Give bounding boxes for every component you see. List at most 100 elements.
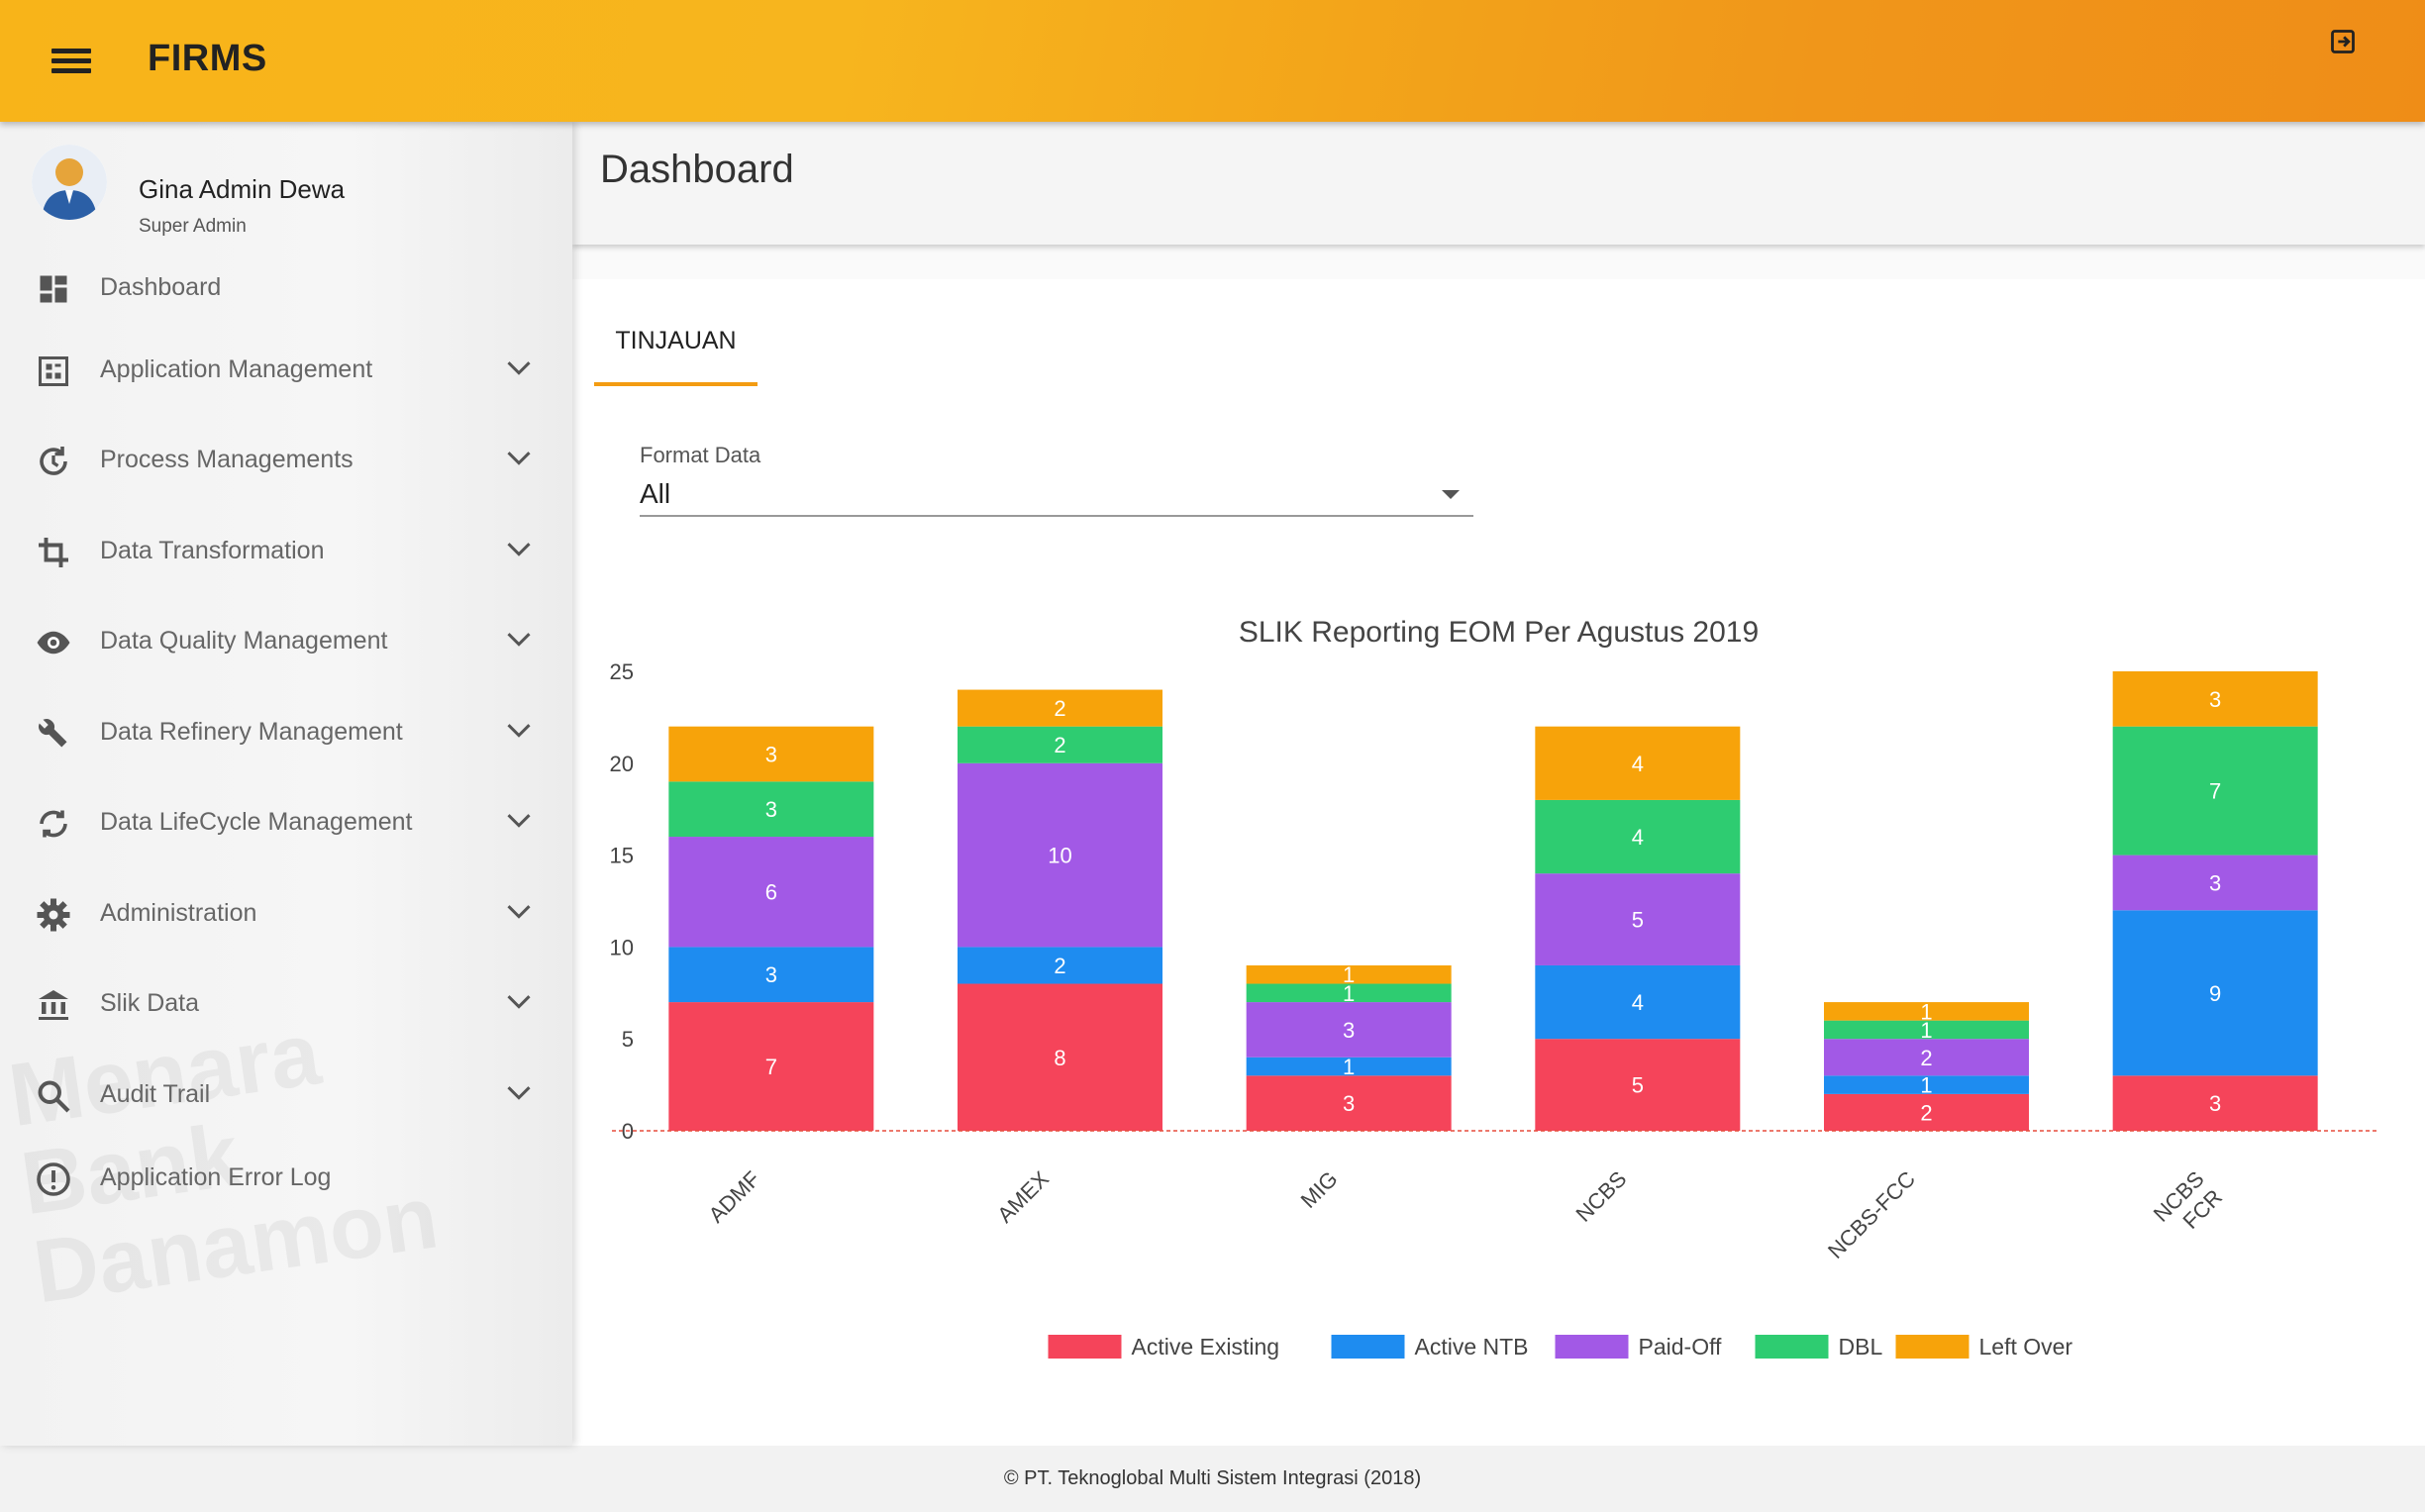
avatar (32, 145, 107, 220)
sidebar-item-data-quality-management[interactable]: Data Quality Management (0, 607, 572, 676)
logout-icon[interactable] (2328, 28, 2358, 55)
sidebar-item-label: Slik Data (100, 989, 200, 1017)
y-tick-label: 15 (610, 844, 634, 868)
legend-label: Active NTB (1415, 1334, 1529, 1360)
bar-data-label: 4 (1632, 752, 1644, 776)
legend-label: Active Existing (1132, 1334, 1280, 1360)
sidebar-item-label: Data Quality Management (100, 627, 388, 655)
gear-icon (37, 898, 70, 932)
sidebar-item-label: Data LifeCycle Management (100, 808, 413, 836)
legend-label: Paid-Off (1639, 1334, 1723, 1360)
sidebar-item-label: Administration (100, 899, 257, 927)
bar-data-label: 3 (765, 962, 777, 987)
bar-data-label: 1 (1343, 962, 1355, 987)
page-title: Dashboard (600, 148, 794, 191)
eye-icon (37, 631, 70, 655)
main-card: TINJAUAN Format Data All SLIK Reporting … (572, 279, 2425, 1446)
bar-data-label: 3 (2209, 1091, 2221, 1116)
bar-data-label: 8 (1054, 1046, 1065, 1070)
x-tick-label: ADMF (704, 1166, 765, 1228)
bar-data-label: 2 (1920, 1046, 1932, 1070)
sidebar-item-dashboard[interactable]: Dashboard (0, 253, 572, 323)
bar-data-label: 2 (1054, 954, 1065, 978)
bar-data-label: 10 (1048, 844, 1071, 868)
bar-data-label: 1 (1343, 1055, 1355, 1079)
user-role: Super Admin (139, 216, 247, 237)
y-tick-label: 20 (610, 752, 634, 776)
x-tick-label: NCBS (1570, 1166, 1631, 1227)
bar-data-label: 9 (2209, 981, 2221, 1006)
sidebar-item-audit-trail[interactable]: Audit Trail (0, 1060, 572, 1130)
y-tick-label: 10 (610, 935, 634, 959)
search-icon (38, 1080, 70, 1113)
bar-data-label: 5 (1632, 908, 1644, 933)
chevron-down-icon (507, 543, 531, 556)
sidebar-item-data-refinery-management[interactable]: Data Refinery Management (0, 698, 572, 767)
bar-data-label: 3 (765, 797, 777, 822)
alert-circle-icon (37, 1162, 70, 1196)
bar-data-label: 1 (1920, 1073, 1932, 1098)
bar-data-label: 3 (2209, 870, 2221, 895)
refresh-clock-icon (40, 447, 67, 475)
bar-data-label: 1 (1920, 999, 1932, 1024)
hamburger-menu-icon[interactable] (51, 44, 91, 79)
dashboard-icon (40, 275, 67, 303)
bar-data-label: 7 (765, 1055, 777, 1079)
legend-swatch (1555, 1335, 1629, 1359)
bar-data-label: 2 (1054, 733, 1065, 757)
chevron-down-icon (507, 995, 531, 1009)
bar-data-label: 6 (765, 880, 777, 905)
sidebar-item-label: Process Managements (100, 446, 354, 473)
bar-data-label: 2 (1054, 696, 1065, 721)
x-tick-label: NCBS-FCC (1823, 1166, 1920, 1263)
bar-data-label: 4 (1632, 990, 1644, 1015)
y-tick-label: 5 (622, 1027, 634, 1052)
page-header: Dashboard (572, 122, 2425, 245)
bar-data-label: 5 (1632, 1073, 1644, 1098)
sidebar-item-application-management[interactable]: Application Management (0, 336, 572, 405)
chevron-down-icon (507, 452, 531, 465)
chevron-down-icon (507, 633, 531, 647)
sidebar-item-administration[interactable]: Administration (0, 879, 572, 949)
chevron-down-icon (507, 814, 531, 828)
user-avatar-icon (32, 145, 107, 220)
sidebar-item-process-managements[interactable]: Process Managements (0, 426, 572, 495)
legend-label: DBL (1839, 1334, 1883, 1360)
bar-data-label: 3 (1343, 1091, 1355, 1116)
chevron-down-icon (507, 905, 531, 919)
sidebar-item-data-lifecycle-management[interactable]: Data LifeCycle Management (0, 788, 572, 857)
app-grid-icon (39, 356, 68, 386)
footer: © PT. Teknoglobal Multi Sistem Integrasi… (0, 1446, 2425, 1512)
bar-data-label: 2 (1920, 1100, 1932, 1125)
legend-swatch (1048, 1335, 1122, 1359)
y-tick-label: 25 (610, 659, 634, 684)
sidebar-item-label: Application Management (100, 355, 373, 383)
legend-swatch (1755, 1335, 1829, 1359)
bar-data-label: 3 (765, 743, 777, 767)
sidebar: Menara Bank Danamon Gina Admin Dewa Super… (0, 122, 572, 1446)
bar-data-label: 7 (2209, 779, 2221, 804)
chevron-down-icon (507, 361, 531, 375)
sidebar-item-label: Application Error Log (100, 1163, 332, 1191)
sidebar-item-label: Audit Trail (100, 1080, 211, 1108)
legend-label: Left Over (1979, 1334, 2073, 1360)
legend-swatch (1895, 1335, 1970, 1359)
sidebar-item-slik-data[interactable]: Slik Data (0, 969, 572, 1039)
bank-icon (39, 990, 68, 1020)
crop-icon (39, 538, 68, 567)
x-tick-label: NCBSFCR (2149, 1166, 2227, 1245)
chevron-down-icon (507, 1086, 531, 1100)
cycle-icon (40, 810, 67, 838)
sidebar-item-data-transformation[interactable]: Data Transformation (0, 517, 572, 586)
top-app-bar: FIRMS (0, 0, 2425, 122)
app-title: FIRMS (148, 38, 267, 79)
x-tick-label: MIG (1296, 1166, 1343, 1213)
x-tick-label: AMEX (992, 1166, 1054, 1228)
bar-data-label: 4 (1632, 825, 1644, 850)
wrench-icon (39, 719, 67, 748)
sidebar-item-application-error-log[interactable]: Application Error Log (0, 1144, 572, 1213)
sidebar-item-label: Data Refinery Management (100, 718, 403, 746)
sidebar-item-label: Dashboard (100, 273, 222, 301)
bar-data-label: 3 (1343, 1018, 1355, 1043)
legend-swatch (1331, 1335, 1405, 1359)
